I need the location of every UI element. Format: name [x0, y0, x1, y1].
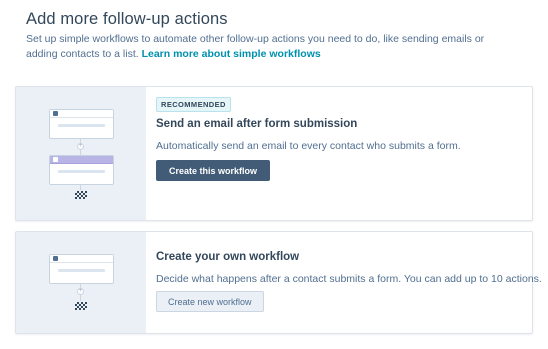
intro-text: Set up simple workflows to automate othe… [26, 32, 496, 62]
trigger-step-box [49, 109, 114, 139]
contact-icon [53, 111, 58, 116]
workflow-illustration: + [16, 232, 146, 333]
plus-icon: + [77, 143, 84, 150]
workflow-illustration: + [16, 87, 146, 220]
plus-icon: + [77, 288, 84, 295]
trigger-step-box [49, 254, 114, 284]
create-new-workflow-button[interactable]: Create new workflow [156, 291, 264, 312]
page-title: Add more follow-up actions [26, 10, 228, 28]
finish-flag-icon [75, 302, 87, 310]
email-icon [53, 157, 58, 162]
create-this-workflow-button[interactable]: Create this workflow [156, 160, 271, 181]
workflow-card-custom: + Create your own workflow Decide what h… [15, 231, 542, 334]
learn-more-link[interactable]: Learn more about simple workflows [142, 48, 321, 60]
card-title: Create your own workflow [156, 251, 300, 263]
card-description: Decide what happens after a contact subm… [156, 273, 542, 285]
finish-flag-icon [75, 191, 87, 199]
connector-line [80, 184, 81, 190]
card-title: Send an email after form submission [156, 118, 358, 130]
workflow-card-email: + RECOMMENDED Send an email after form s… [15, 86, 533, 221]
recommended-badge: RECOMMENDED [156, 97, 231, 112]
contact-icon [53, 256, 58, 261]
card-description: Automatically send an email to every con… [156, 140, 461, 152]
action-step-box [49, 155, 114, 185]
